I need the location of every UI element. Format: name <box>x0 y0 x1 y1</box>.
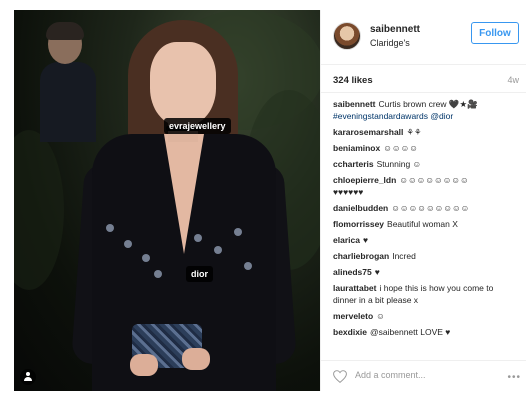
comment-item: chloepierre_ldn ☺☺☺☺☺☺☺☺ <box>333 174 523 186</box>
comment-username[interactable]: alineds75 <box>333 267 372 277</box>
comment-text: Incred <box>392 251 416 261</box>
comment-text: ♥ <box>362 235 368 245</box>
comment-item: ccharteris Stunning ☺ <box>333 158 523 170</box>
caption-username[interactable]: saibennett <box>333 99 376 109</box>
comment-item: beniaminox ☺☺☺☺ <box>333 142 523 154</box>
follow-button[interactable]: Follow <box>471 22 519 44</box>
comment-item-continued: dinner in a bit please x <box>333 294 523 306</box>
comment-username[interactable]: merveleto <box>333 311 373 321</box>
comment-username[interactable]: ccharteris <box>333 159 374 169</box>
comment-text: @saibennett LOVE ♥ <box>370 327 451 337</box>
comment-item: alineds75 ♥ <box>333 266 523 278</box>
comment-text: dinner in a bit please x <box>333 295 419 305</box>
avatar[interactable] <box>333 22 361 50</box>
post-age: 4w <box>507 75 519 85</box>
comment-item: merveleto ☺ <box>333 310 523 322</box>
comment-text: ☺☺☺☺ <box>383 143 418 153</box>
comment-text: ☺ <box>376 311 385 321</box>
comment-username[interactable]: kararosemarshall <box>333 127 403 137</box>
comment-text: Stunning ☺ <box>376 159 422 169</box>
comment-username[interactable]: bexdixie <box>333 327 367 337</box>
photo-tag-dior[interactable]: dior <box>186 266 213 282</box>
likes-count[interactable]: 324 likes <box>333 75 373 86</box>
comment-text: ☺☺☺☺☺☺☺☺ <box>399 175 469 185</box>
heart-icon[interactable] <box>333 370 347 383</box>
comment-text: ☺☺☺☺☺☺☺☺☺ <box>391 203 470 213</box>
comment-text: ♥ <box>374 267 380 277</box>
comment-text: i hope this is how you come to <box>379 283 494 293</box>
caption-text: Curtis brown crew 🖤★🎥 <box>378 99 478 109</box>
comment-item: flomorrissey Beautiful woman X <box>333 218 523 230</box>
username-link[interactable]: saibennett <box>370 24 420 35</box>
user-tag-icon[interactable] <box>20 369 36 385</box>
comment-username[interactable]: danielbudden <box>333 203 388 213</box>
comment-username[interactable]: beniaminox <box>333 143 380 153</box>
background-foliage <box>14 130 64 290</box>
post-stats: 324 likes 4w <box>321 65 526 93</box>
instagram-post-frame: evrajewellery dior saibennett Claridge's… <box>0 0 526 404</box>
comments-list: saibennett Curtis brown crew 🖤★🎥 #evening… <box>333 98 523 342</box>
comment-item-continued: ♥♥♥♥♥♥ <box>333 186 523 198</box>
comment-username[interactable]: laurattabet <box>333 283 376 293</box>
comment-username[interactable]: charliebrogan <box>333 251 389 261</box>
comment-text: Beautiful woman X <box>387 219 458 229</box>
comment-item: laurattabet i hope this is how you come t… <box>333 282 523 294</box>
caption-hashtag[interactable]: #eveningstandardawards <box>333 111 428 121</box>
post-footer: Add a comment... ••• <box>321 360 526 391</box>
comment-item: danielbudden ☺☺☺☺☺☺☺☺☺ <box>333 202 523 214</box>
more-options-icon[interactable]: ••• <box>507 372 521 383</box>
caption-mention[interactable]: @dior <box>430 111 453 121</box>
photo-subject <box>71 14 297 391</box>
background-person <box>40 22 96 142</box>
post-details-panel: saibennett Claridge's Follow 324 likes 4… <box>320 10 526 391</box>
photo-tag-evrajewellery[interactable]: evrajewellery <box>164 118 231 134</box>
add-comment-input[interactable]: Add a comment... <box>355 370 426 380</box>
comment-item: bexdixie @saibennett LOVE ♥ <box>333 326 523 338</box>
location-link[interactable]: Claridge's <box>370 38 410 48</box>
caption: saibennett Curtis brown crew 🖤★🎥 #evening… <box>333 98 523 122</box>
post-photo[interactable]: evrajewellery dior <box>14 10 320 391</box>
comment-item: kararosemarshall ⚘⚘ <box>333 126 523 138</box>
comment-username[interactable]: flomorrissey <box>333 219 384 229</box>
comment-username[interactable]: elarica <box>333 235 360 245</box>
comment-item: elarica ♥ <box>333 234 523 246</box>
post-header: saibennett Claridge's Follow <box>321 10 526 65</box>
comment-item: charliebrogan Incred <box>333 250 523 262</box>
comment-text: ♥♥♥♥♥♥ <box>333 187 364 197</box>
comment-text: ⚘⚘ <box>406 127 422 137</box>
comment-username[interactable]: chloepierre_ldn <box>333 175 396 185</box>
